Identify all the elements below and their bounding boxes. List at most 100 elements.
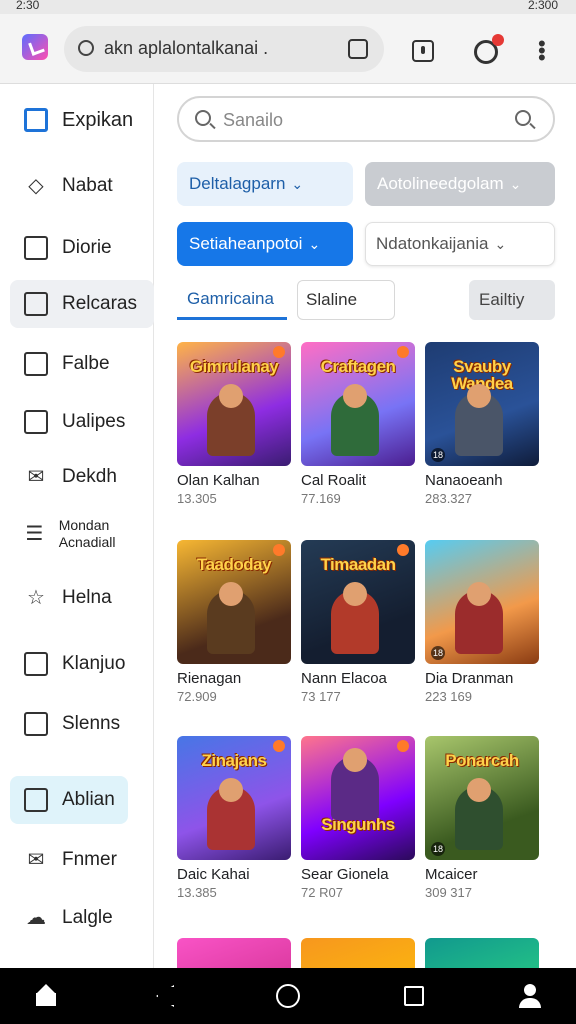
game-thumbnail[interactable]: 18 xyxy=(425,540,539,664)
game-name: Rienagan xyxy=(177,670,242,687)
sidebar-item-label: Klanjuo xyxy=(62,653,126,674)
search-icon xyxy=(195,110,211,126)
profile-icon[interactable] xyxy=(518,984,542,1008)
sidebar-item-falbe[interactable]: Falbe xyxy=(10,340,154,388)
game-card[interactable]: Zinajans Daic Kahai 13.385 xyxy=(177,736,293,900)
sidebar-item-diorie[interactable]: Diorie xyxy=(10,224,154,272)
sidebar-item-dekdh[interactable]: ✉ Dekdh xyxy=(10,453,154,501)
game-card[interactable] xyxy=(301,938,417,968)
recents-icon[interactable] xyxy=(404,986,424,1006)
game-thumbnail[interactable]: Singunhs xyxy=(301,736,415,860)
sidebar-item-label: Dekdh xyxy=(62,466,117,487)
game-card[interactable]: Taadoday Rienagan 72.909 xyxy=(177,540,293,704)
game-card[interactable]: 18 Dia Dranman 223 169 xyxy=(425,540,541,704)
tab-switcher-icon[interactable] xyxy=(348,39,368,59)
game-card[interactable]: Timaadan Nann Elacoa 73 177 xyxy=(301,540,417,704)
game-card[interactable]: Gimrulanay Olan Kalhan 13.305 xyxy=(177,342,293,506)
sidebar-item-lalgle[interactable]: ☁ Lalgle xyxy=(10,894,154,942)
columns-icon xyxy=(24,712,48,736)
filter-chip-label: Setiaheanpotoi xyxy=(189,234,303,253)
main-content: Sanailo Deltalagparn ⌄ Aotolineedgolam ⌄ S… xyxy=(155,84,576,968)
badge-icon xyxy=(397,740,409,752)
game-thumbnail[interactable]: Ponarcah 18 xyxy=(425,736,539,860)
game-card[interactable]: Craftagen Cal Roalit 77.169 xyxy=(301,342,417,506)
sidebar-item-label: Mondan Acnadiall xyxy=(58,517,116,550)
badge-icon xyxy=(397,544,409,556)
sidebar-item-klanjuo[interactable]: Klanjuo xyxy=(10,640,154,688)
game-card[interactable]: Svauby Wandea 18 Nanaoeanh 283.327 xyxy=(425,342,541,506)
filter-chip-2[interactable]: Aotolineedgolam ⌄ xyxy=(365,162,555,206)
game-card[interactable]: Ponarcah 18 Mcaicer 309 317 xyxy=(425,736,541,900)
game-thumbnail[interactable]: Timaadan xyxy=(301,540,415,664)
game-thumbnail[interactable] xyxy=(425,938,539,968)
url-bar[interactable]: akn aplalontalkanai . xyxy=(64,26,384,72)
badge-icon xyxy=(273,740,285,752)
game-card[interactable] xyxy=(177,938,293,968)
home-circle-icon[interactable] xyxy=(276,984,300,1008)
game-count: 77.169 xyxy=(301,491,341,506)
game-title-art: Zinajans xyxy=(201,751,267,770)
sidebar-item-explore[interactable]: Expikan xyxy=(10,96,154,144)
sidebar-item-label: Helna xyxy=(62,587,112,608)
filter-chip-1[interactable]: Deltalagparn ⌄ xyxy=(177,162,353,206)
status-battery: 2:300 xyxy=(527,0,558,12)
site-info-icon[interactable] xyxy=(78,40,94,56)
character-illustration xyxy=(455,582,503,654)
age-rating-badge: 18 xyxy=(431,448,445,462)
tab-label: Gamricaina xyxy=(187,288,274,308)
sidebar-item-label: Nabat xyxy=(62,175,113,196)
game-thumbnail[interactable]: Craftagen xyxy=(301,342,415,466)
sidebar-item-ablian[interactable]: Ablian xyxy=(10,776,128,824)
game-thumbnail[interactable]: Zinajans xyxy=(177,736,291,860)
game-name: Daic Kahai xyxy=(177,866,250,883)
sidebar-item-ualipes[interactable]: Ualipes xyxy=(10,398,154,446)
sidebar-item-mondan[interactable]: ☰ Mondan Acnadiall xyxy=(10,510,154,558)
notifications-icon[interactable] xyxy=(474,34,504,64)
search-input[interactable]: Sanailo xyxy=(177,96,555,142)
tab-eailtiy[interactable]: Eailtiy xyxy=(469,280,555,320)
tag-icon: ◇ xyxy=(28,175,44,197)
folder-icon xyxy=(24,292,48,316)
character-illustration xyxy=(207,384,255,456)
game-thumbnail[interactable]: Taadoday xyxy=(177,540,291,664)
game-name: Cal Roalit xyxy=(301,472,367,489)
game-name: Nann Elacoa xyxy=(301,670,387,687)
filter-chip-label: Ndatonkaijania xyxy=(376,234,489,253)
filter-chip-3[interactable]: Setiaheanpotoi ⌄ xyxy=(177,222,353,266)
url-text[interactable]: akn aplalontalkanai . xyxy=(104,38,268,59)
game-title-art: Craftagen xyxy=(320,357,396,376)
chevron-down-icon: ⌄ xyxy=(308,235,321,252)
game-thumbnail[interactable] xyxy=(177,938,291,968)
character-illustration xyxy=(331,748,379,820)
game-count: 223 169 xyxy=(425,689,472,704)
sidebar-item-fnmer[interactable]: ✉ Fnmer xyxy=(10,836,154,884)
home-icon[interactable] xyxy=(34,984,58,1008)
age-rating-badge: 18 xyxy=(431,842,445,856)
sidebar-item-slenns[interactable]: Slenns xyxy=(10,700,154,748)
sidebar-item-label: Fnmer xyxy=(62,849,117,870)
back-icon[interactable] xyxy=(156,985,174,1007)
game-card[interactable]: Singunhs Sear Gionela 72 R07 xyxy=(301,736,417,900)
game-count: 283.327 xyxy=(425,491,472,506)
tabs-icon[interactable] xyxy=(412,40,434,62)
more-menu-icon[interactable]: • • • xyxy=(538,33,546,69)
game-name: Mcaicer xyxy=(425,866,478,883)
sidebar-item-relcaras[interactable]: Relcaras xyxy=(10,280,154,328)
tab-slaline[interactable]: Slaline xyxy=(297,280,395,320)
chevron-down-icon: ⌄ xyxy=(494,235,507,252)
sidebar-item-nabat[interactable]: ◇ Nabat xyxy=(10,162,154,210)
filter-chip-4[interactable]: Ndatonkaijania ⌄ xyxy=(365,222,555,266)
sidebar-item-helna[interactable]: ☆ Helna xyxy=(10,574,154,622)
game-thumbnail[interactable]: Gimrulanay xyxy=(177,342,291,466)
app-logo-icon[interactable] xyxy=(22,34,48,60)
game-thumbnail[interactable]: Svauby Wandea 18 xyxy=(425,342,539,466)
sidebar-item-label: Falbe xyxy=(62,353,110,374)
character-illustration xyxy=(207,778,255,850)
game-thumbnail[interactable] xyxy=(301,938,415,968)
list-icon: ☰ xyxy=(25,523,44,545)
notification-dot xyxy=(492,34,504,46)
tab-gamricaina[interactable]: Gamricaina xyxy=(177,280,287,320)
chevron-down-icon: ⌄ xyxy=(291,175,304,192)
search-button-icon[interactable] xyxy=(515,110,531,126)
game-card[interactable] xyxy=(425,938,541,968)
